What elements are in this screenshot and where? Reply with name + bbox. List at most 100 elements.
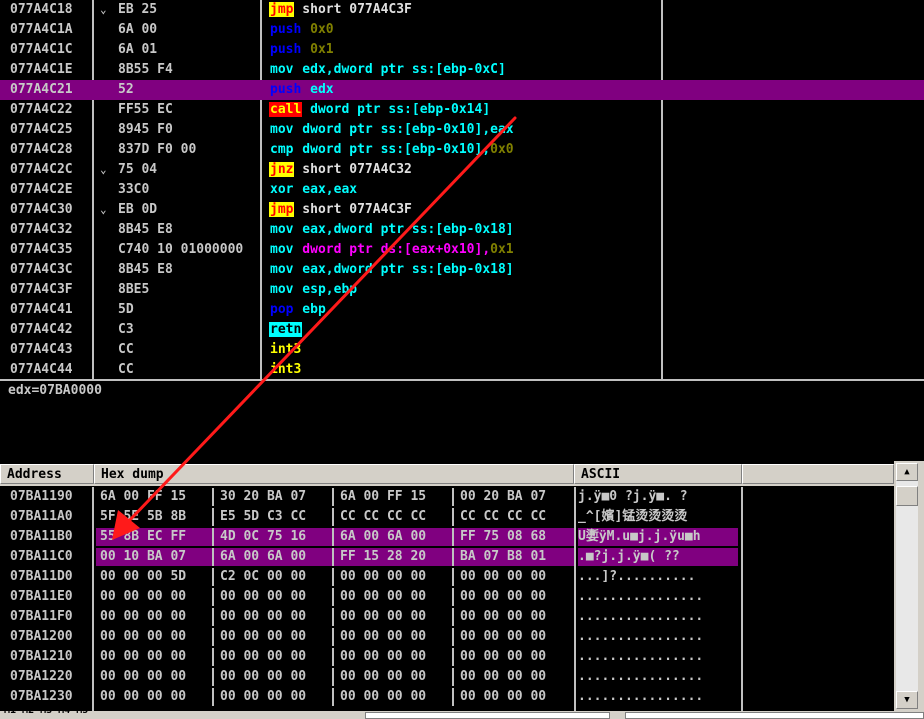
dump-row[interactable]: 07BA1200 00 00 00 00 00 00 00 00 00 00 00 0…: [0, 627, 894, 647]
dump-hex-bytes[interactable]: 00 00 00 00 00 00 00 00 00 00 00 00 00 00 0…: [96, 688, 574, 706]
disasm-address: 077A4C2E: [10, 182, 73, 197]
dump-hex-bytes[interactable]: 00 00 00 00 00 00 00 00 00 00 00 00 00 00 0…: [96, 588, 574, 606]
disasm-row[interactable]: 077A4C25 8945 F0 mov dword ptr ss:[ebp-0x1…: [0, 120, 924, 140]
scroll-up-icon[interactable]: ▲: [896, 463, 918, 481]
dump-hex-group: 00 00 00 00: [460, 669, 547, 684]
disasm-operand: eax,eax: [294, 182, 358, 197]
dump-row[interactable]: 07BA11B0 55 8B EC FF 4D 0C 75 16 6A 00 6A 0…: [0, 527, 894, 547]
disasm-row[interactable]: 077A4C2C ⌄ 75 04 jnz short 077A4C32: [0, 160, 924, 180]
status-input-1[interactable]: [365, 712, 610, 719]
dump-header-address[interactable]: Address: [0, 464, 94, 484]
dump-hex-bytes[interactable]: 5F 5E 5B 8B E5 5D C3 CC CC CC CC CC CC CC C…: [96, 508, 574, 526]
dump-row[interactable]: 07BA1210 00 00 00 00 00 00 00 00 00 00 00 0…: [0, 647, 894, 667]
dump-row[interactable]: 07BA1190 6A 00 FF 15 30 20 BA 07 6A 00 FF 1…: [0, 487, 894, 507]
dump-hex-group: 6A 00 6A 00: [340, 529, 427, 544]
disasm-row[interactable]: 077A4C28 837D F0 00 cmp dword ptr ss:[ebp-…: [0, 140, 924, 160]
dump-hex-group: 00 10 BA 07: [100, 549, 187, 564]
disasm-operand: 0x0: [490, 142, 514, 157]
dump-scrollbar[interactable]: ▲ ▼: [894, 461, 924, 711]
disasm-hex-bytes: 837D F0 00: [118, 142, 197, 157]
disasm-mnemonic: push: [270, 82, 302, 97]
dump-hex-group: 00 00 00 00: [220, 629, 307, 644]
dump-hex-bytes[interactable]: 6A 00 FF 15 30 20 BA 07 6A 00 FF 15 00 20 B…: [96, 488, 574, 506]
dump-row[interactable]: 07BA11C0 00 10 BA 07 6A 00 6A 00 FF 15 28 2…: [0, 547, 894, 567]
dump-group-divider: [332, 668, 334, 686]
dump-group-divider: [212, 608, 214, 626]
dump-ascii[interactable]: ...]?..........: [578, 568, 738, 586]
disasm-instruction: mov dword ptr ss:[ebp-0x10],eax: [269, 120, 514, 140]
disasm-address: 077A4C1C: [10, 42, 73, 57]
disasm-row[interactable]: 077A4C21 52 push edx: [0, 80, 924, 100]
dump-group-divider: [332, 628, 334, 646]
scrollbar-track[interactable]: [896, 481, 918, 691]
dump-group-divider: [332, 608, 334, 626]
disasm-row[interactable]: 077A4C3C 8B45 E8 mov eax,dword ptr ss:[ebp…: [0, 260, 924, 280]
dump-ascii[interactable]: U嬱ÿM.u■j.j.ÿu■h: [578, 528, 738, 546]
dump-hex-bytes[interactable]: 00 00 00 00 00 00 00 00 00 00 00 00 00 00 0…: [96, 608, 574, 626]
dump-row[interactable]: 07BA1230 00 00 00 00 00 00 00 00 00 00 00 0…: [0, 687, 894, 707]
disasm-row[interactable]: 077A4C18 ⌄ EB 25 jmp short 077A4C3F: [0, 0, 924, 20]
disasm-instruction: mov esp,ebp: [269, 280, 357, 300]
disasm-row[interactable]: 077A4C22 FF55 EC call dword ptr ss:[ebp-0x…: [0, 100, 924, 120]
disasm-instruction: xor eax,eax: [269, 180, 357, 200]
dump-ascii[interactable]: j.ÿ■0 ?j.ÿ■. ?: [578, 488, 738, 506]
hex-dump-pane[interactable]: Address Hex dump ASCII 07BA1190 6A 00 FF …: [0, 461, 924, 719]
disasm-row[interactable]: 077A4C1A 6A 00 push 0x0: [0, 20, 924, 40]
disasm-address: 077A4C28: [10, 142, 73, 157]
dump-hex-group: 00 00 00 00: [220, 689, 307, 704]
scrollbar-thumb[interactable]: [896, 486, 918, 506]
dump-hex-bytes[interactable]: 00 00 00 5D C2 0C 00 00 00 00 00 00 00 00 0…: [96, 568, 574, 586]
disasm-hex-bytes: 8B45 E8: [118, 262, 173, 277]
dump-row[interactable]: 07BA11E0 00 00 00 00 00 00 00 00 00 00 00 0…: [0, 587, 894, 607]
disasm-row[interactable]: 077A4C1E 8B55 F4 mov edx,dword ptr ss:[ebp…: [0, 60, 924, 80]
disasm-row[interactable]: 077A4C2E 33C0 xor eax,eax: [0, 180, 924, 200]
disasm-row[interactable]: 077A4C43 CC int3: [0, 340, 924, 360]
disasm-operand: 0x1: [490, 242, 514, 257]
disasm-row[interactable]: 077A4C42 C3 retn: [0, 320, 924, 340]
dump-ascii[interactable]: _^[嬪]锰烫烫烫烫: [578, 508, 738, 526]
dump-hex-group: 00 00 00 00: [220, 609, 307, 624]
dump-ascii[interactable]: ................: [578, 588, 738, 606]
dump-row[interactable]: 07BA1220 00 00 00 00 00 00 00 00 00 00 00 0…: [0, 667, 894, 687]
dump-hex-bytes[interactable]: 00 00 00 00 00 00 00 00 00 00 00 00 00 00 0…: [96, 648, 574, 666]
dump-hex-group: 00 00 00 00: [100, 669, 187, 684]
dump-hex-group: 00 00 00 00: [100, 609, 187, 624]
dump-row[interactable]: 07BA11A0 5F 5E 5B 8B E5 5D C3 CC CC CC CC C…: [0, 507, 894, 527]
dump-ascii[interactable]: ................: [578, 668, 738, 686]
jump-marker-icon: ⌄: [100, 3, 107, 16]
disassembly-pane[interactable]: 077A4C18 ⌄ EB 25 jmp short 077A4C3F 077A4C1A…: [0, 0, 924, 379]
disasm-row[interactable]: 077A4C1C 6A 01 push 0x1: [0, 40, 924, 60]
disasm-row[interactable]: 077A4C35 C740 10 01000000 mov dword ptr ds…: [0, 240, 924, 260]
disasm-row[interactable]: 077A4C41 5D pop ebp: [0, 300, 924, 320]
jump-marker-icon: ⌄: [100, 203, 107, 216]
dump-ascii[interactable]: ................: [578, 628, 738, 646]
disasm-mnemonic: mov: [270, 62, 294, 77]
dump-hex-group: 5F 5E 5B 8B: [100, 509, 187, 524]
status-input-2[interactable]: [625, 712, 924, 719]
dump-ascii[interactable]: ................: [578, 648, 738, 666]
disasm-row[interactable]: 077A4C3F 8BE5 mov esp,ebp: [0, 280, 924, 300]
dump-hex-group: 00 00 00 00: [460, 689, 547, 704]
dump-header-ascii[interactable]: ASCII: [574, 464, 742, 484]
disasm-operand: dword ptr ds:[eax+0x10],: [294, 242, 491, 257]
dump-ascii[interactable]: .■?j.j.ÿ■( ??: [578, 548, 738, 566]
disasm-hex-bytes: EB 25: [118, 2, 158, 17]
dump-header-hex[interactable]: Hex dump: [94, 464, 574, 484]
dump-hex-bytes[interactable]: 00 00 00 00 00 00 00 00 00 00 00 00 00 00 0…: [96, 628, 574, 646]
dump-ascii[interactable]: ................: [578, 608, 738, 626]
dump-hex-bytes[interactable]: 55 8B EC FF 4D 0C 75 16 6A 00 6A 00 FF 75 0…: [96, 528, 574, 546]
info-pane: edx=07BA0000: [0, 379, 924, 461]
status-bar: M1 M2 M3 M4 M5: [0, 705, 924, 719]
dump-hex-bytes[interactable]: 00 00 00 00 00 00 00 00 00 00 00 00 00 00 0…: [96, 668, 574, 686]
dump-hex-bytes[interactable]: 00 10 BA 07 6A 00 6A 00 FF 15 28 20 BA 07 B…: [96, 548, 574, 566]
dump-address: 07BA1220: [10, 669, 73, 684]
disasm-hex-bytes: 8B55 F4: [118, 62, 173, 77]
dump-row[interactable]: 07BA11D0 00 00 00 5D C2 0C 00 00 00 00 00 0…: [0, 567, 894, 587]
dump-ascii[interactable]: ................: [578, 688, 738, 706]
disasm-row[interactable]: 077A4C30 ⌄ EB 0D jmp short 077A4C3F: [0, 200, 924, 220]
disasm-row[interactable]: 077A4C32 8B45 E8 mov eax,dword ptr ss:[ebp…: [0, 220, 924, 240]
scroll-down-icon[interactable]: ▼: [896, 691, 918, 709]
disasm-hex-bytes: 75 04: [118, 162, 158, 177]
disasm-row[interactable]: 077A4C44 CC int3: [0, 360, 924, 379]
dump-row[interactable]: 07BA11F0 00 00 00 00 00 00 00 00 00 00 00 0…: [0, 607, 894, 627]
